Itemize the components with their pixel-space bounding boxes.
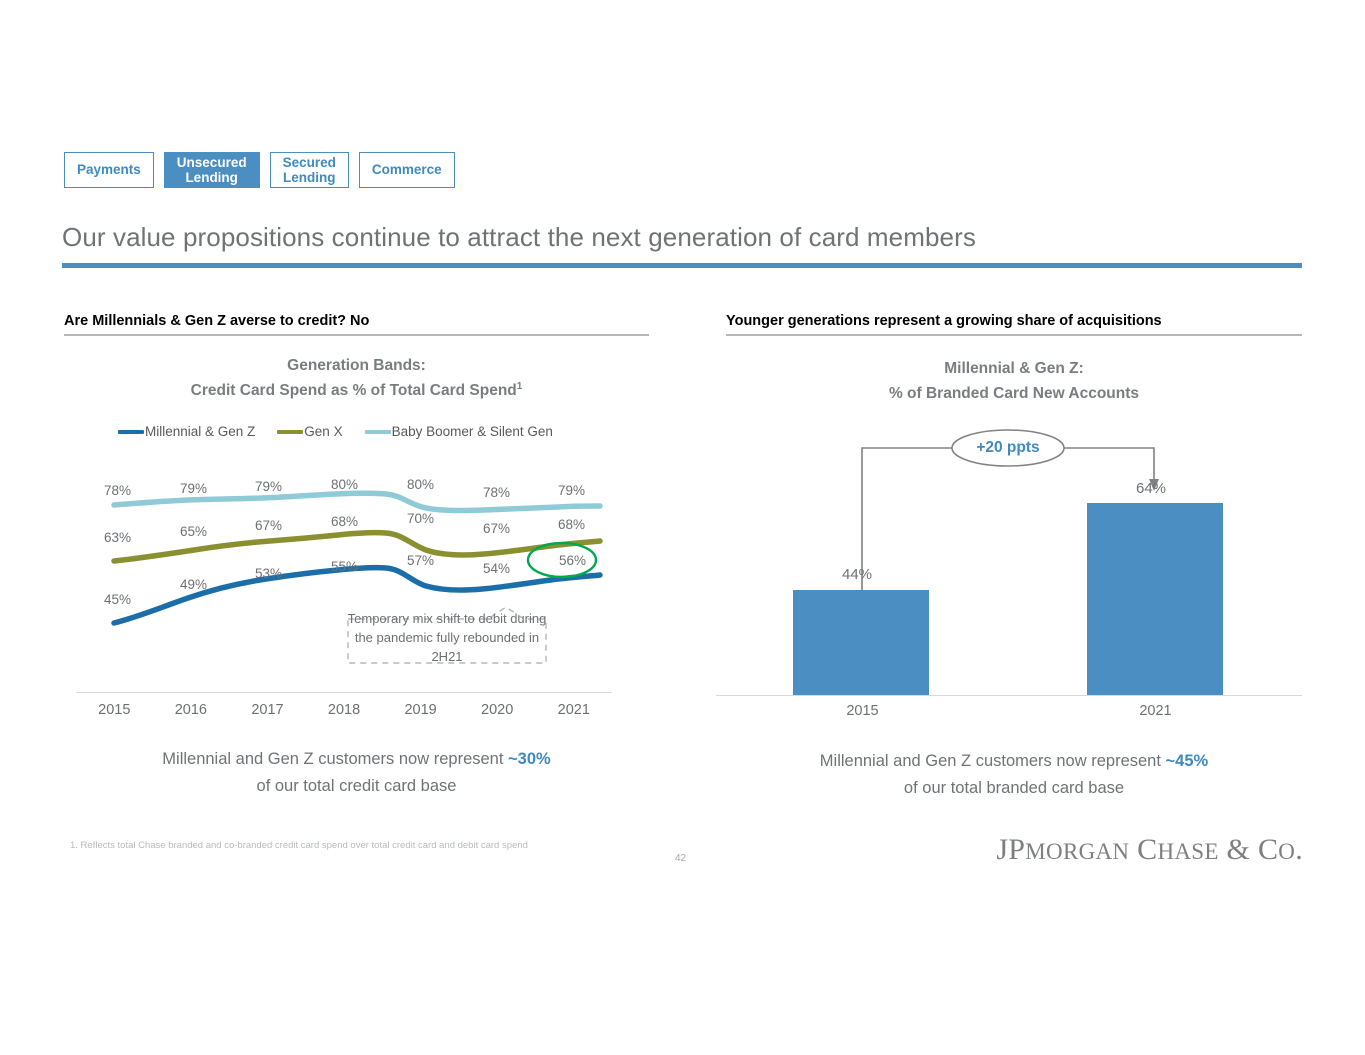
generation-bands-line-chart [64,455,624,705]
left-caption-line1: Millennial and Gen Z customers now repre… [64,746,649,773]
branded-card-bar-chart [716,425,1306,700]
data-label-genx-2016: 65% [180,524,208,539]
right-panel-rule [726,334,1302,336]
bar-chart-svg [793,429,1223,695]
footnote-marker: 1 [516,380,523,392]
data-label-boomer-2017: 79% [255,479,283,494]
data-label-boomer-2021: 79% [558,483,586,498]
data-label-boomer-2018: 80% [331,477,359,492]
data-label-millennial-2017: 53% [255,566,283,581]
data-label-millennial-2016: 49% [180,577,208,592]
jpmorgan-chase-logo: JPMORGAN CHASE & CO. [996,833,1303,866]
data-label-boomer-2016: 79% [180,481,208,496]
right-chart-subtitle: Millennial & Gen Z: % of Branded Card Ne… [716,356,1312,406]
left-chart-subtitle-line2-text: Credit Card Spend as % of Total Card Spe… [190,382,517,400]
pandemic-callout-text: Temporary mix shift to debit during the … [347,611,547,664]
bar-chart-x-axis [716,695,1302,696]
tab-payments[interactable]: Payments [64,152,154,188]
tab-secured-lending[interactable]: Secured Lending [269,152,349,188]
left-caption-line2: of our total credit card base [256,776,457,795]
x-tick-2018: 2018 [327,702,361,718]
x-tick-2020: 2020 [481,702,514,718]
data-label-boomer-2015: 78% [104,483,132,498]
bar-x-tick-2015: 2015 [846,703,879,719]
page-number: 42 [675,853,687,864]
x-tick-2021: 2021 [557,702,590,718]
data-label-genx-2015: 63% [104,530,132,545]
data-label-genx-2018: 68% [331,514,359,529]
right-caption-line2: of our total branded card base [903,778,1125,797]
right-panel-heading: Younger generations represent a growing … [726,313,1162,329]
legend-swatch-icon-millennial-genz [118,429,144,434]
data-label-genx-2021: 68% [558,517,586,532]
tab-unsecured-lending[interactable]: Unsecured Lending [163,152,260,188]
data-label-genx-2017: 67% [255,518,283,533]
data-label-millennial-2015: 45% [104,592,132,607]
bar-chart-x-tick-labels: 2015 2021 [716,703,1302,719]
right-chart-subtitle-line2: % of Branded Card New Accounts [888,385,1140,403]
left-panel-heading: Are Millennials & Gen Z averse to credit… [64,313,370,329]
line-chart-x-axis [76,692,612,693]
left-chart-caption: Millennial and Gen Z customers now repre… [64,746,649,799]
legend-item-gen-x: Gen X [277,424,343,439]
data-label-millennial-2018: 55% [331,559,359,574]
left-caption-prefix: Millennial and Gen Z customers now repre… [162,750,509,768]
data-label-millennial-2020: 54% [483,561,511,576]
delta-bracket-left [861,447,952,597]
legend-item-baby-boomer: Baby Boomer & Silent Gen [364,424,553,439]
left-chart-subtitle-line2: Credit Card Spend as % of Total Card Spe… [64,378,649,403]
data-label-boomer-2020: 78% [483,485,511,500]
right-caption-prefix: Millennial and Gen Z customers now repre… [819,752,1166,770]
x-tick-2015: 2015 [98,702,131,718]
category-tab-bar: Payments Unsecured Lending Secured Lendi… [64,152,455,188]
bar-x-tick-2021: 2021 [1139,703,1172,719]
right-chart-subtitle-line1: Millennial & Gen Z: [944,360,1084,377]
x-tick-2019: 2019 [404,702,437,718]
page-title: Our value propositions continue to attra… [62,222,976,252]
line-chart-svg [111,490,603,626]
left-panel-rule [64,334,649,336]
line-chart-x-tick-labels: 2015 2016 2017 2018 2019 2020 2021 [76,702,612,718]
legend-label-gen-x: Gen X [304,424,343,439]
data-label-genx-2019: 70% [407,511,435,526]
right-caption-highlight: ~45% [1165,752,1209,770]
tab-commerce[interactable]: Commerce [358,152,455,188]
bar-2015 [793,590,929,695]
legend-label-millennial-genz: Millennial & Gen Z [145,424,256,439]
delta-bracket-right [1064,447,1155,483]
left-chart-subtitle: Generation Bands: Credit Card Spend as %… [64,353,649,403]
data-label-millennial-2019: 57% [407,553,435,568]
legend-label-baby-boomer: Baby Boomer & Silent Gen [391,424,553,439]
x-tick-2016: 2016 [174,702,207,718]
legend-item-millennial-genz: Millennial & Gen Z [118,424,255,439]
line-chart-legend: Millennial & Gen Z Gen X Baby Boomer & S… [118,424,553,439]
bar-2021 [1087,503,1223,695]
left-chart-subtitle-line1: Generation Bands: [287,357,426,374]
bar-value-label-2015: 44% [842,566,873,583]
title-underline-rule [62,263,1302,268]
right-chart-caption: Millennial and Gen Z customers now repre… [716,748,1312,801]
data-label-genx-2020: 67% [483,521,511,536]
legend-swatch-icon-gen-x [277,429,304,434]
bar-value-label-2021: 64% [1136,480,1167,497]
legend-swatch-icon-baby-boomer [364,429,391,434]
delta-badge-label: +20 ppts [976,439,1040,456]
data-label-boomer-2019: 80% [407,477,435,492]
left-caption-highlight: ~30% [508,750,551,768]
data-label-millennial-2021: 56% [559,553,587,568]
right-caption-line1: Millennial and Gen Z customers now repre… [716,748,1312,775]
x-tick-2017: 2017 [251,702,284,718]
footnote-text: 1. Reflects total Chase branded and co-b… [70,840,528,851]
